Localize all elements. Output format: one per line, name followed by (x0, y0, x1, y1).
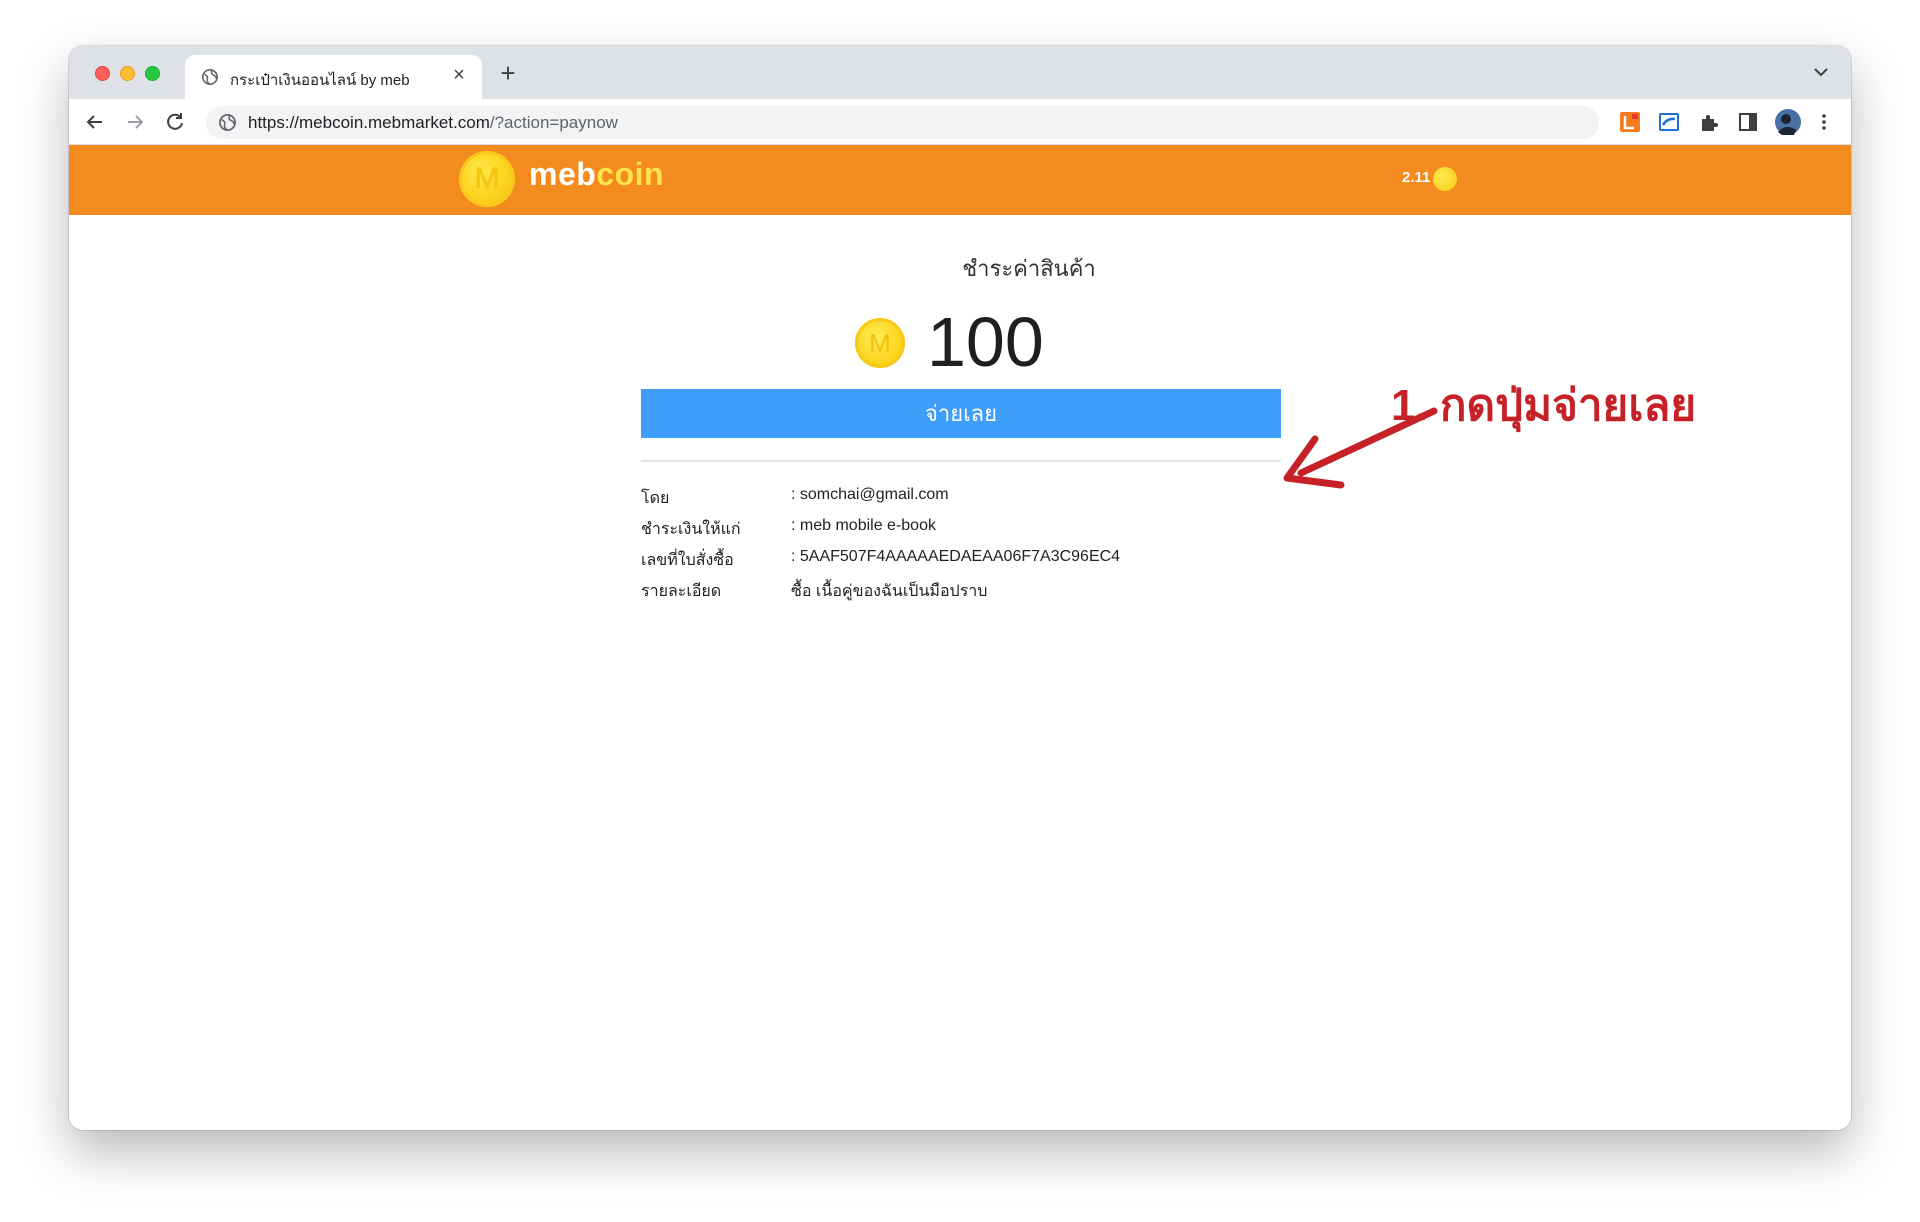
logo-text-coin: coin (596, 156, 665, 192)
globe-icon (201, 68, 219, 86)
browser-toolbar: https://mebcoin.mebmarket.com/?action=pa… (69, 99, 1851, 145)
detail-row-order-id: เลขที่ใบสั่งซื้อ : 5AAF507F4AAAAAEDAEAA0… (641, 548, 1281, 574)
site-header: M mebcoin 2.11 (69, 145, 1851, 215)
divider (641, 460, 1281, 462)
extension-orange-icon[interactable] (1618, 110, 1642, 134)
kebab-menu-icon[interactable] (1812, 110, 1836, 134)
logo-coin-letter: M (474, 162, 500, 195)
detail-value: : somchai@gmail.com (791, 486, 949, 503)
tab-strip: กระเป๋าเงินออนไลน์ by meb × + (69, 46, 1851, 99)
detail-label: รายละเอียด (641, 583, 722, 600)
detail-label: โดย (641, 490, 670, 507)
page-title: ชำระค่าสินค้า (962, 256, 1096, 281)
close-tab-button[interactable]: × (448, 64, 470, 86)
annotation-label: 1. กดปุ่มจ่ายเลย (1391, 381, 1697, 430)
detail-row-payer: โดย : somchai@gmail.com (641, 486, 1281, 512)
reload-icon[interactable] (161, 108, 189, 136)
logo-text-meb: meb (529, 156, 597, 192)
extension-blue-icon[interactable] (1657, 110, 1681, 134)
minimize-window-button[interactable] (120, 66, 135, 81)
detail-row-payee: ชำระเงินให้แก่ : meb mobile e-book (641, 517, 1281, 543)
browser-window: กระเป๋าเงินออนไลน์ by meb × + https://me… (69, 46, 1851, 1130)
detail-value: : meb mobile e-book (791, 517, 936, 534)
url-text: https://mebcoin.mebmarket.com/?action=pa… (248, 113, 618, 133)
pay-now-button[interactable]: จ่ายเลย (641, 389, 1281, 438)
new-tab-button[interactable]: + (494, 59, 522, 87)
detail-label: เลขที่ใบสั่งซื้อ (641, 552, 734, 569)
payment-amount: 100 (927, 303, 1044, 381)
detail-label: ชำระเงินให้แก่ (641, 521, 741, 538)
url-host: https://mebcoin.mebmarket.com (248, 113, 490, 132)
puzzle-icon[interactable] (1697, 110, 1721, 134)
chevron-down-icon[interactable] (1809, 60, 1833, 84)
back-arrow-icon[interactable] (81, 108, 109, 136)
detail-value: : 5AAF507F4AAAAAEDAEAA06F7A3C96EC4 (791, 548, 1121, 565)
detail-value: ซื้อ เนื้อคู่ของฉันเป็นมือปราบ (791, 583, 988, 600)
coin-icon (1433, 167, 1457, 191)
amount-coin-icon: M (855, 318, 905, 368)
maximize-window-button[interactable] (145, 66, 160, 81)
detail-row-description: รายละเอียด ซื้อ เนื้อคู่ของฉันเป็นมือปรา… (641, 579, 1281, 605)
profile-avatar-icon[interactable] (1774, 108, 1802, 136)
mebcoin-logo-coin-icon[interactable]: M (459, 151, 515, 207)
forward-arrow-icon[interactable] (121, 108, 149, 136)
url-path: /?action=paynow (489, 113, 618, 132)
page-content: M mebcoin 2.11 ชำระค่าสินค้า M 100 จ่ายเ… (69, 145, 1851, 1130)
site-info-icon[interactable] (218, 113, 237, 132)
coin-balance: 2.11 (1402, 169, 1431, 186)
site-logo[interactable]: mebcoin (529, 156, 664, 193)
close-window-button[interactable] (95, 66, 110, 81)
active-tab[interactable]: กระเป๋าเงินออนไลน์ by meb × (185, 55, 482, 99)
tab-title: กระเป๋าเงินออนไลน์ by meb (230, 72, 410, 89)
amount-coin-letter: M (869, 328, 891, 358)
address-bar[interactable]: https://mebcoin.mebmarket.com/?action=pa… (206, 106, 1599, 139)
side-panel-icon[interactable] (1736, 110, 1760, 134)
